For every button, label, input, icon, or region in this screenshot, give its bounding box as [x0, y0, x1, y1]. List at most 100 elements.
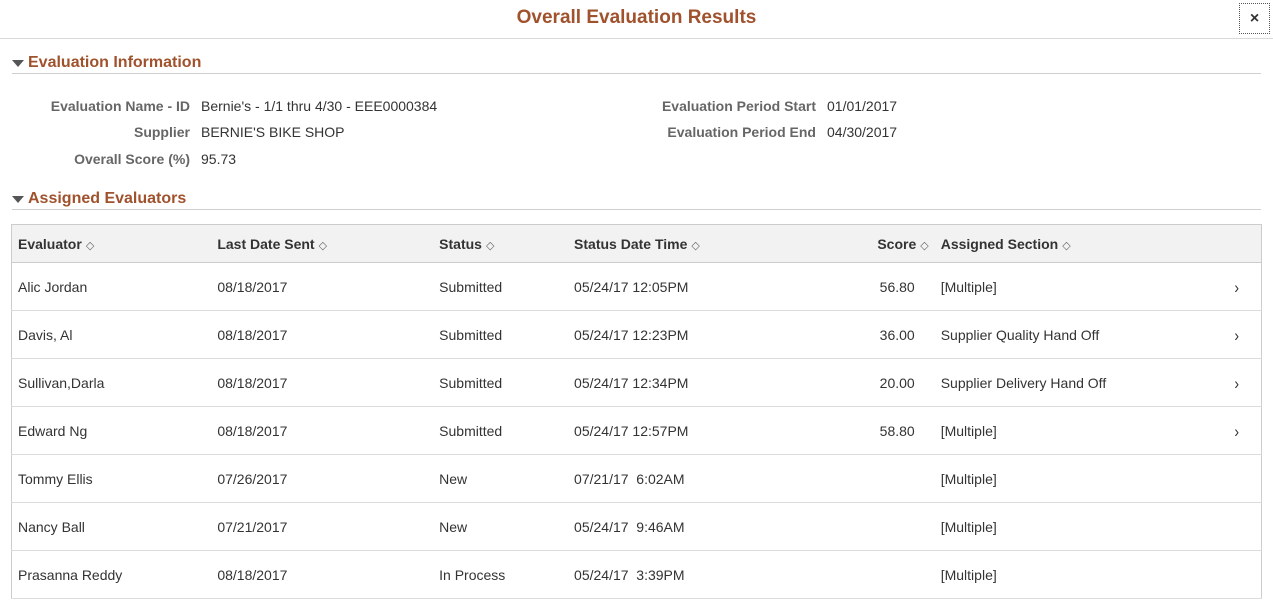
sort-icon: ◇	[318, 239, 328, 252]
status-cell: New	[433, 502, 569, 551]
status-date-time-cell: 05/24/17 12:23PM	[568, 310, 798, 359]
sort-icon: ◇	[691, 239, 700, 252]
status-cell: New	[433, 454, 569, 503]
collapse-triangle-icon	[12, 60, 24, 67]
table-row[interactable]: Sullivan,Darla 08/18/2017 Submitted 05/2…	[11, 358, 1262, 407]
score-cell: 56.80	[797, 262, 935, 311]
chevron-right-icon: ›	[1234, 276, 1240, 297]
collapse-triangle-icon	[12, 196, 24, 203]
status-date-time-cell: 05/24/17 12:05PM	[568, 262, 798, 311]
close-icon: ×	[1249, 9, 1260, 27]
status-date-time-cell: 05/24/17 3:39PM	[568, 550, 798, 599]
supplier-label: Supplier	[133, 124, 190, 140]
score-cell: 36.00	[797, 310, 935, 359]
row-detail-button[interactable]: ›	[1206, 310, 1262, 359]
close-button[interactable]: ×	[1239, 3, 1270, 34]
column-header-assigned-section[interactable]: Assigned Section ◇	[934, 224, 1207, 263]
column-header-status-date-time[interactable]: Status Date Time ◇	[568, 224, 798, 263]
evaluator-cell: Nancy Ball	[11, 502, 212, 551]
title-bar: Overall Evaluation Results ×	[0, 0, 1273, 39]
column-header-score[interactable]: Score ◇	[797, 224, 935, 263]
row-detail-empty	[1206, 454, 1262, 503]
assigned-evaluators-section-title: Assigned Evaluators	[28, 189, 187, 207]
last-date-sent-cell: 08/18/2017	[211, 406, 434, 455]
row-detail-empty	[1206, 550, 1262, 599]
evaluator-cell: Sullivan,Darla	[11, 358, 212, 407]
status-date-time-cell: 05/24/17 12:57PM	[568, 406, 798, 455]
table-row: Nancy Ball 07/21/2017 New 05/24/17 9:46A…	[11, 502, 1262, 551]
evaluator-cell: Davis, Al	[11, 310, 212, 359]
last-date-sent-cell: 08/18/2017	[211, 550, 434, 599]
chevron-right-icon: ›	[1234, 324, 1240, 345]
sort-icon: ◇	[1062, 239, 1071, 252]
period-start-row: Evaluation Period Start 01/01/2017	[620, 98, 897, 114]
evaluation-name-row: Evaluation Name - ID Bernie's - 1/1 thru…	[20, 98, 437, 114]
evaluator-cell: Tommy Ellis	[11, 454, 212, 503]
assigned-section-cell: [Multiple]	[934, 502, 1207, 551]
column-header-last-date-sent[interactable]: Last Date Sent ◇	[211, 224, 434, 263]
assigned-section-cell: [Multiple]	[934, 454, 1207, 503]
assigned-section-cell: Supplier Quality Hand Off	[934, 310, 1207, 359]
evaluation-info-section-title: Evaluation Information	[28, 53, 202, 71]
row-detail-empty	[1206, 502, 1262, 551]
assigned-section-cell: [Multiple]	[934, 406, 1207, 455]
score-cell: 20.00	[797, 358, 935, 407]
period-end-label: Evaluation Period End	[667, 124, 816, 140]
row-detail-button[interactable]: ›	[1206, 262, 1262, 311]
evaluation-name-value: Bernie's - 1/1 thru 4/30 - EEE0000384	[201, 98, 438, 114]
score-cell	[797, 550, 935, 599]
column-header-evaluator[interactable]: Evaluator ◇	[11, 224, 212, 263]
row-detail-button[interactable]: ›	[1206, 358, 1262, 407]
score-cell	[797, 454, 935, 503]
score-cell	[797, 502, 935, 551]
evaluators-grid: Evaluator ◇ Last Date Sent ◇ Status ◇ Statu…	[11, 224, 1262, 599]
table-row[interactable]: Edward Ng 08/18/2017 Submitted 05/24/17 …	[11, 406, 1262, 455]
overall-score-label: Overall Score (%)	[74, 151, 190, 167]
status-cell: Submitted	[433, 310, 569, 359]
overall-score-row: Overall Score (%) 95.73	[20, 151, 236, 167]
status-date-time-cell: 07/21/17 6:02AM	[568, 454, 798, 503]
last-date-sent-cell: 08/18/2017	[211, 358, 434, 407]
evaluator-cell: Alic Jordan	[11, 262, 212, 311]
period-end-row: Evaluation Period End 04/30/2017	[620, 124, 897, 140]
supplier-value: BERNIE'S BIKE SHOP	[201, 124, 345, 140]
last-date-sent-cell: 08/18/2017	[211, 262, 434, 311]
evaluator-cell: Prasanna Reddy	[11, 550, 212, 599]
table-row[interactable]: Davis, Al 08/18/2017 Submitted 05/24/17 …	[11, 310, 1262, 359]
status-date-time-cell: 05/24/17 12:34PM	[568, 358, 798, 407]
column-header-detail	[1206, 224, 1262, 263]
grid-header-row: Evaluator ◇ Last Date Sent ◇ Status ◇ Statu…	[11, 224, 1262, 263]
sort-icon: ◇	[485, 239, 495, 252]
evaluator-cell: Edward Ng	[11, 406, 212, 455]
last-date-sent-cell: 07/21/2017	[211, 502, 434, 551]
row-detail-button[interactable]: ›	[1206, 406, 1262, 455]
sort-icon: ◇	[920, 239, 929, 252]
chevron-right-icon: ›	[1234, 420, 1240, 441]
column-header-status[interactable]: Status ◇	[433, 224, 569, 263]
period-start-value: 01/01/2017	[827, 98, 898, 114]
table-row: Tommy Ellis 07/26/2017 New 07/21/17 6:02…	[11, 454, 1262, 503]
assigned-section-cell: [Multiple]	[934, 550, 1207, 599]
evaluation-name-label: Evaluation Name - ID	[50, 98, 190, 114]
status-cell: In Process	[433, 550, 569, 599]
status-date-time-cell: 05/24/17 9:46AM	[568, 502, 798, 551]
last-date-sent-cell: 07/26/2017	[211, 454, 434, 503]
status-cell: Submitted	[433, 406, 569, 455]
status-cell: Submitted	[433, 358, 569, 407]
table-row: Prasanna Reddy 08/18/2017 In Process 05/…	[11, 550, 1262, 599]
period-end-value: 04/30/2017	[827, 124, 898, 140]
evaluation-info-section-header[interactable]: Evaluation Information	[12, 52, 1261, 74]
assigned-section-cell: Supplier Delivery Hand Off	[934, 358, 1207, 407]
status-cell: Submitted	[433, 262, 569, 311]
chevron-right-icon: ›	[1234, 372, 1240, 393]
supplier-row: Supplier BERNIE'S BIKE SHOP	[20, 124, 345, 140]
assigned-evaluators-section-header[interactable]: Assigned Evaluators	[12, 188, 1261, 210]
assigned-section-cell: [Multiple]	[934, 262, 1207, 311]
last-date-sent-cell: 08/18/2017	[211, 310, 434, 359]
period-start-label: Evaluation Period Start	[661, 98, 816, 114]
page-title: Overall Evaluation Results	[516, 7, 757, 28]
overall-score-value: 95.73	[201, 151, 237, 167]
sort-icon: ◇	[85, 239, 95, 252]
score-cell: 58.80	[797, 406, 935, 455]
table-row[interactable]: Alic Jordan 08/18/2017 Submitted 05/24/1…	[11, 262, 1262, 311]
